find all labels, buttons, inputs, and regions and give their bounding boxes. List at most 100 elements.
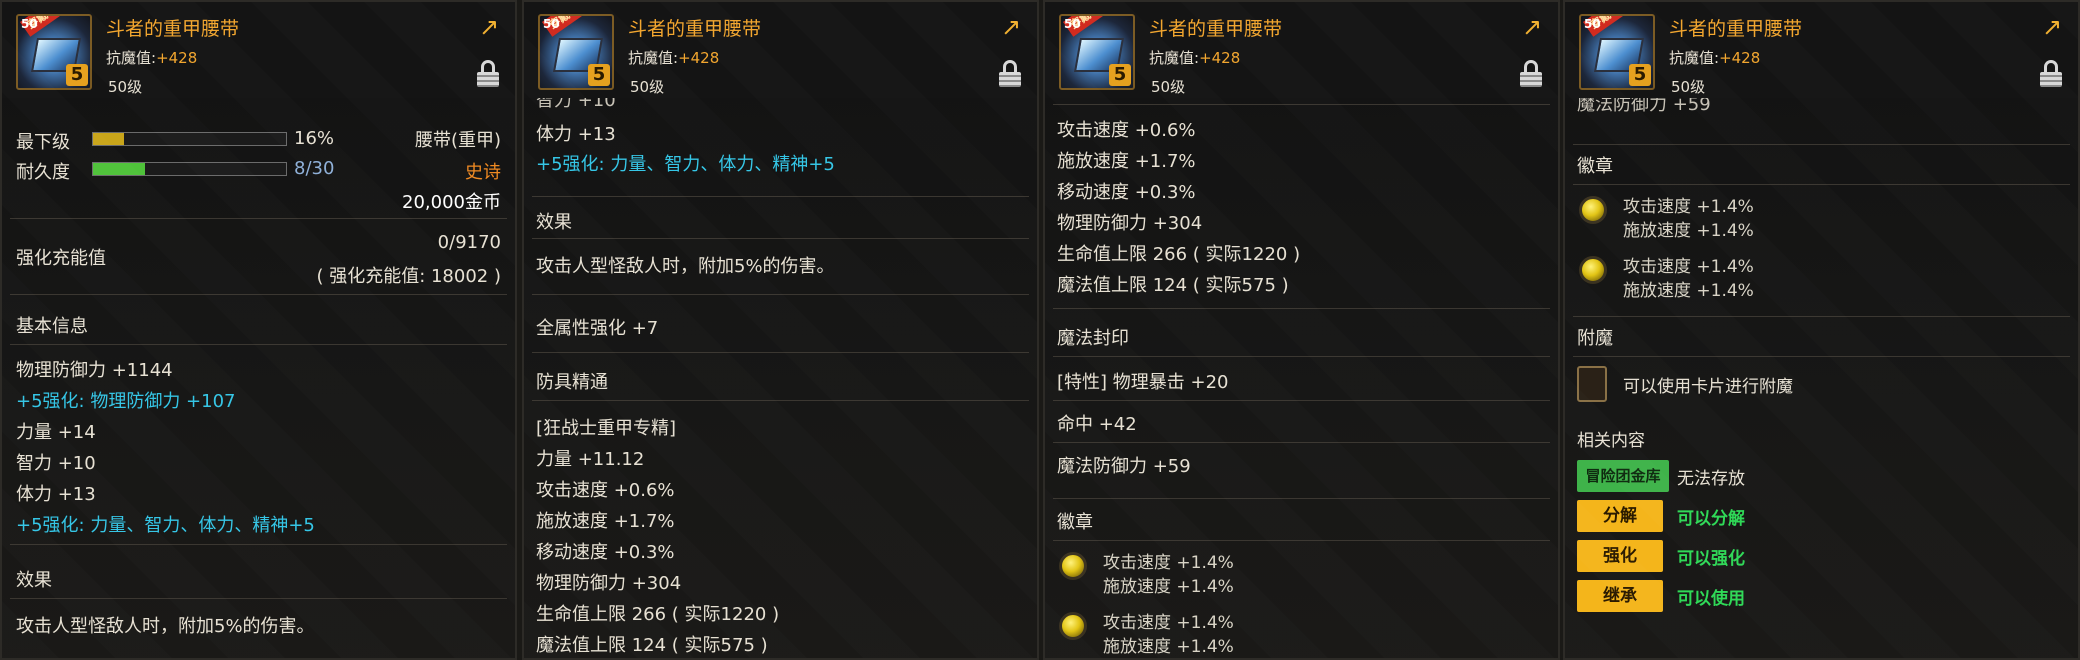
section-title-effect: 效果	[16, 570, 52, 591]
enchant-text: 可以使用卡片进行附魔	[1623, 377, 1793, 397]
enchant-card-slot[interactable]	[1577, 366, 1607, 402]
divider	[10, 218, 507, 219]
charge-value: 0/9170	[437, 232, 501, 253]
mastery-line: 生命值上限 266 ( 实际1220 )	[536, 604, 780, 625]
resist-value: +428	[678, 49, 720, 67]
stat-line-enhance: +5强化: 物理防御力 +107	[16, 391, 236, 412]
emblem-icon[interactable]	[1059, 552, 1087, 580]
seal-trait: [特性] 物理暴击 +20	[1057, 368, 1228, 394]
divider	[10, 344, 507, 345]
section-title-basic-info: 基本信息	[16, 316, 88, 337]
emblem-line: 攻击速度 +1.4%	[1623, 257, 1754, 277]
item-name: 斗者的重甲腰带	[628, 18, 762, 40]
tooltip-body: 魔法防御力 +59 徽章 攻击速度 +1.4% 施放速度 +1.4% 攻击速度 …	[1565, 98, 2078, 658]
divider	[1053, 442, 1550, 443]
grade-bar	[92, 132, 287, 146]
seal-line: 魔法防御力 +59	[1057, 456, 1191, 477]
seal-trait-text: [特性] 物理暴击 +20	[1057, 372, 1229, 393]
durability-value: 8/30	[294, 158, 335, 179]
item-name: 斗者的重甲腰带	[1149, 18, 1283, 40]
resist-value: +428	[1719, 49, 1761, 67]
divider	[1053, 308, 1550, 309]
lock-icon[interactable]	[2040, 60, 2062, 88]
item-name: 斗者的重甲腰带	[1669, 18, 1803, 40]
item-name: 斗者的重甲腰带	[106, 18, 240, 40]
section-title-emblem: 徽章	[1057, 512, 1093, 533]
divider	[532, 196, 1029, 197]
section-title-enchant: 附魔	[1577, 328, 1613, 349]
badge-inherit[interactable]: 继承	[1577, 580, 1663, 612]
related-text: 可以强化	[1677, 549, 1745, 569]
divider	[532, 352, 1029, 353]
icon-grade: 5	[66, 64, 88, 86]
divider	[1573, 184, 2070, 185]
mastery-line: 魔法值上限 124 ( 实际575 )	[536, 635, 768, 656]
icon-grade: 5	[1629, 64, 1651, 86]
section-title-effect: 效果	[536, 212, 572, 233]
emblem-icon[interactable]	[1579, 196, 1607, 224]
emblem-line: 攻击速度 +1.4%	[1623, 197, 1754, 217]
stat-line-cut: 魔法防御力 +59	[1577, 98, 1711, 115]
share-icon[interactable]: ↗	[1518, 14, 1546, 40]
emblem-line: 施放速度 +1.4%	[1103, 637, 1234, 657]
icon-grade: 5	[1109, 64, 1131, 86]
mastery-line: 移动速度 +0.3%	[536, 542, 675, 563]
section-title-related: 相关内容	[1577, 431, 1645, 451]
tooltip-body: 攻击速度 +0.6% 施放速度 +1.7% 移动速度 +0.3% 物理防御力 +…	[1045, 98, 1558, 658]
lock-icon[interactable]	[999, 60, 1021, 88]
mastery-line: 移动速度 +0.3%	[1057, 182, 1196, 203]
item-icon[interactable]: 穿戴中 50 5	[538, 14, 614, 90]
divider	[1053, 104, 1550, 105]
stat-line: 体力 +13	[16, 484, 96, 505]
divider	[532, 238, 1029, 239]
effect-text: 攻击人型怪敌人时，附加5%的伤害。	[16, 616, 315, 637]
emblem-line: 施放速度 +1.4%	[1623, 221, 1754, 241]
grade-label: 最下级	[16, 132, 70, 153]
required-level: 50级	[630, 78, 665, 96]
grade-percent: 16%	[294, 128, 335, 149]
related-text: 可以使用	[1677, 589, 1745, 609]
divider	[1573, 144, 2070, 145]
mastery-line: 攻击速度 +0.6%	[1057, 120, 1196, 141]
slot-type: 腰带(重甲)	[414, 130, 501, 151]
divider	[1053, 356, 1550, 357]
lock-icon[interactable]	[1520, 60, 1542, 88]
related-text: 无法存放	[1677, 469, 1745, 489]
resist-line: 抗魔值:+428	[628, 47, 719, 68]
resist-label: 抗魔值:	[106, 49, 157, 67]
mastery-line: 生命值上限 266 ( 实际1220 )	[1057, 244, 1301, 265]
required-level: 50级	[1671, 78, 1706, 96]
icon-level-tag: 50	[1064, 17, 1081, 31]
item-icon[interactable]: 穿戴中 50 5	[16, 14, 92, 90]
stat-line: 智力 +10	[16, 453, 96, 474]
lock-icon[interactable]	[477, 60, 499, 88]
divider	[1053, 498, 1550, 499]
tooltip-header: 穿戴中 50 5 斗者的重甲腰带 抗魔值:+428 50级 ↗	[1045, 2, 1558, 98]
divider	[532, 400, 1029, 401]
price: 20,000金币	[402, 192, 501, 213]
share-icon[interactable]: ↗	[475, 14, 503, 40]
mastery-line: 物理防御力 +304	[536, 573, 682, 594]
item-tooltip-panel-1: 穿戴中 50 5 斗者的重甲腰带 抗魔值:+428 50级 ↗ 最下级 16% …	[0, 0, 517, 660]
badge-enhance[interactable]: 强化	[1577, 540, 1663, 572]
resist-line: 抗魔值:+428	[106, 47, 197, 68]
icon-level-tag: 50	[1584, 17, 1601, 31]
related-text: 可以分解	[1677, 509, 1745, 529]
badge-adventure-vault[interactable]: 冒险团金库	[1577, 460, 1669, 492]
item-icon[interactable]: 穿戴中 50 5	[1579, 14, 1655, 90]
rarity: 史诗	[465, 162, 501, 183]
emblem-icon[interactable]	[1059, 612, 1087, 640]
resist-line: 抗魔值:+428	[1669, 47, 1760, 68]
required-level: 50级	[108, 78, 143, 96]
item-icon[interactable]: 穿戴中 50 5	[1059, 14, 1135, 90]
icon-level-tag: 50	[21, 17, 38, 31]
badge-disassemble[interactable]: 分解	[1577, 500, 1663, 532]
emblem-icon[interactable]	[1579, 256, 1607, 284]
stat-line-enhance: +5强化: 力量、智力、体力、精神+5	[536, 154, 835, 175]
divider	[1573, 356, 2070, 357]
stat-line-enhance: +5强化: 力量、智力、体力、精神+5	[16, 515, 315, 536]
share-icon[interactable]: ↗	[997, 14, 1025, 40]
mastery-line: 物理防御力 +304	[1057, 213, 1203, 234]
share-icon[interactable]: ↗	[2038, 14, 2066, 40]
charge-label: 强化充能值	[16, 248, 106, 269]
